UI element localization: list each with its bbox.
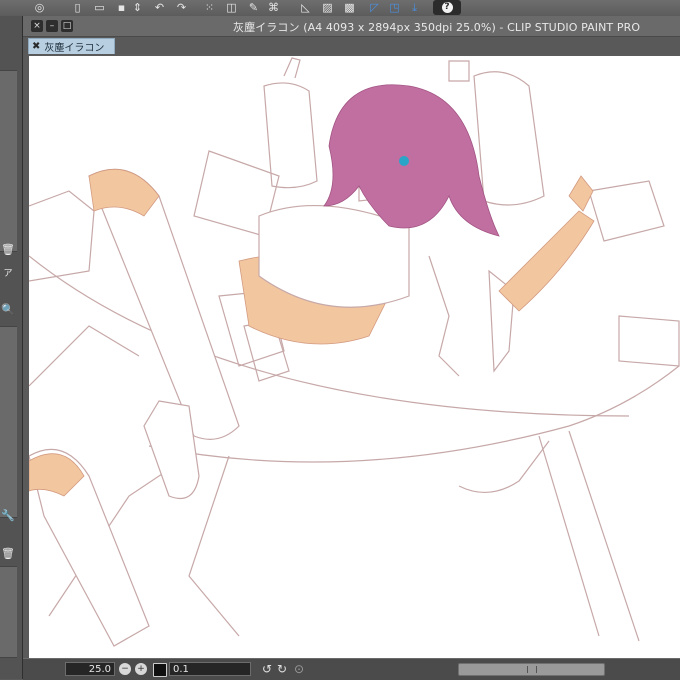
- transform-icon[interactable]: ◫: [222, 0, 241, 15]
- close-window-icon[interactable]: ×: [31, 20, 43, 32]
- rotate-left-icon[interactable]: ↺: [261, 663, 273, 675]
- eraser-icon[interactable]: ✎: [244, 0, 263, 15]
- selection-dots-icon[interactable]: ⁙: [200, 0, 219, 15]
- document-tab-strip: ✖ 灰塵イラコン: [23, 37, 680, 54]
- snap-ruler-icon[interactable]: ◸: [365, 0, 384, 15]
- drawing-canvas[interactable]: [29, 56, 680, 658]
- zoom-out-icon[interactable]: −: [119, 663, 131, 675]
- snap-icon[interactable]: ▩: [340, 0, 359, 15]
- artwork: [29, 57, 680, 647]
- redo-icon[interactable]: ↷: [172, 0, 191, 15]
- fill-icon[interactable]: ⌘: [264, 0, 283, 15]
- document-title-bar: × – □ 灰塵イラコン (A4 4093 x 2894px 350dpi 25…: [23, 16, 680, 37]
- fit-view-icon[interactable]: [153, 663, 167, 677]
- tank-shape: [473, 71, 545, 206]
- box-shape: [29, 190, 95, 282]
- maximize-window-icon[interactable]: □: [61, 20, 73, 32]
- thigh-sock: [88, 168, 240, 440]
- strap: [428, 255, 460, 377]
- window-title: 灰塵イラコン (A4 4093 x 2894px 350dpi 25.0%) -…: [233, 21, 641, 34]
- zoom-field[interactable]: 25.0: [65, 662, 115, 676]
- left-side-panel: 🗑 ア 🔍 🔧 🗑: [0, 16, 23, 679]
- document-tab[interactable]: ✖ 灰塵イラコン: [28, 38, 115, 54]
- main-toolbar: ◎ ▯ ▭ ▪ ⇕ ↶ ↷ ⁙ ◫ ✎ ⌘ ◺ ▨ ▩ ◸ ◳ ⤓ ?: [0, 0, 680, 17]
- open-folder-icon[interactable]: ▭: [90, 0, 109, 15]
- tank-cap: [448, 60, 470, 82]
- zoom-icon[interactable]: 🔍: [0, 302, 16, 318]
- updown-arrows-icon[interactable]: ⇕: [128, 0, 147, 15]
- status-bar: 25.0 − + 0.1 ↺ ↻ ⊙: [23, 658, 680, 680]
- snap-grid-icon[interactable]: ◳: [385, 0, 404, 15]
- reset-rotation-icon[interactable]: ⊙: [293, 663, 305, 675]
- rotate-right-icon[interactable]: ↻: [276, 663, 288, 675]
- tank-cap: [283, 57, 301, 79]
- select-corner-icon[interactable]: ◺: [296, 0, 315, 15]
- panel-label: ア: [3, 269, 13, 279]
- tab-label: 灰塵イラコン: [44, 43, 105, 54]
- panel-strip: [0, 70, 17, 252]
- swirl-logo-icon[interactable]: ◎: [30, 0, 49, 15]
- brush-size-field[interactable]: 0.1: [169, 662, 251, 676]
- box-shape: [618, 315, 680, 367]
- trash-icon[interactable]: 🗑: [0, 242, 16, 258]
- wrench-icon[interactable]: 🔧: [0, 508, 16, 524]
- undo-icon[interactable]: ↶: [150, 0, 169, 15]
- leg-strut: [538, 435, 600, 637]
- scrollbar-grip[interactable]: [527, 666, 537, 673]
- horizontal-scrollbar[interactable]: [458, 663, 605, 676]
- leg-strut: [568, 430, 640, 642]
- help-button[interactable]: ?: [433, 0, 461, 15]
- frame-line: [29, 325, 140, 387]
- snap-point-icon[interactable]: ⤓: [405, 0, 424, 15]
- ruler-icon[interactable]: ▨: [318, 0, 337, 15]
- trash-icon[interactable]: 🗑: [0, 546, 16, 562]
- tab-close-icon[interactable]: ✖: [32, 40, 40, 54]
- panel-strip: [0, 566, 17, 658]
- strap: [458, 440, 550, 494]
- eye: [399, 156, 409, 166]
- zoom-in-icon[interactable]: +: [135, 663, 147, 675]
- shoe: [143, 400, 200, 500]
- tank-shape: [263, 82, 318, 189]
- new-file-icon[interactable]: ▯: [68, 0, 87, 15]
- box-shape: [588, 180, 665, 242]
- minimize-window-icon[interactable]: –: [46, 20, 58, 32]
- panel-strip: [0, 326, 17, 518]
- arm-skin: [498, 210, 595, 312]
- hand-skin: [568, 175, 594, 212]
- help-icon: ?: [441, 2, 453, 13]
